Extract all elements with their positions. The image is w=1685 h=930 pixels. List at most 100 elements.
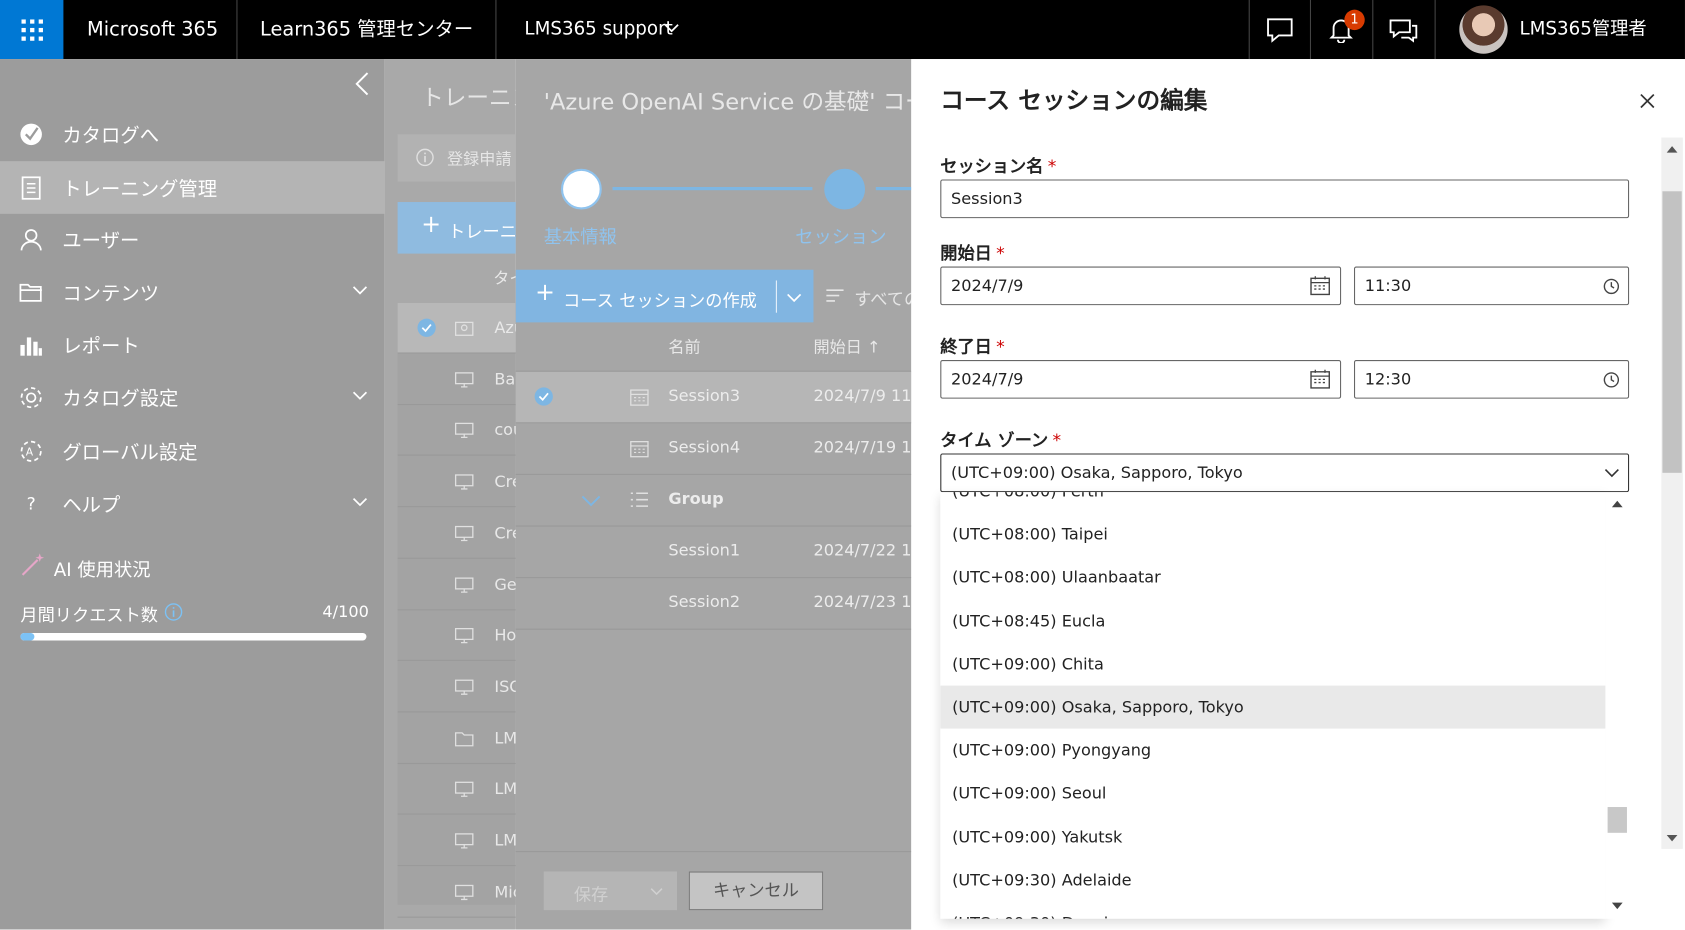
group-row[interactable]: Group	[515, 475, 912, 527]
sidebar-item-catalog[interactable]: カタログへ	[0, 107, 385, 160]
feedback-button[interactable]	[1250, 0, 1310, 59]
table-row[interactable]: Hov	[397, 611, 526, 662]
table-row[interactable]: cou	[397, 406, 523, 457]
sidebar-item-reports[interactable]: レポート	[0, 318, 385, 371]
table-row[interactable]: LMS	[397, 713, 527, 764]
end-date-input[interactable]: 2024/7/9	[940, 359, 1342, 399]
clock-icon[interactable]	[1603, 278, 1620, 295]
step-2-circle[interactable]	[824, 168, 866, 210]
session-row[interactable]: Session2 2024/7/23 15	[515, 578, 922, 630]
table-row[interactable]: ISO	[397, 662, 522, 713]
calendar-icon[interactable]	[1310, 369, 1330, 389]
scroll-up-icon[interactable]	[1666, 145, 1679, 154]
session-row[interactable]: Session4 2024/7/19 13	[515, 423, 922, 475]
sidebar-item-label: ユーザー	[62, 229, 140, 252]
app-launcher-button[interactable]	[0, 0, 64, 60]
step-1-circle[interactable]	[560, 168, 602, 210]
sidebar-item-catalog-settings[interactable]: カタログ設定	[0, 371, 385, 424]
table-row[interactable]: Mic	[397, 867, 522, 918]
table-row[interactable]: Bas	[397, 354, 524, 405]
monitor-icon	[454, 884, 474, 900]
timezone-option[interactable]: (UTC+09:00) Chita	[940, 642, 1605, 685]
selected-check-icon[interactable]	[534, 387, 553, 406]
cancel-button[interactable]: キャンセル	[688, 871, 824, 911]
sidebar-item-help[interactable]: ? ヘルプ	[0, 477, 385, 530]
notifications-button[interactable]	[1311, 0, 1371, 59]
new-training-button[interactable]: + トレーニ	[397, 202, 517, 254]
calendar-icon	[630, 389, 649, 406]
avatar[interactable]	[1459, 5, 1508, 54]
brand-link[interactable]: Microsoft 365	[87, 0, 218, 59]
chevron-down-icon[interactable]	[787, 292, 802, 303]
expand-chevron-icon[interactable]	[581, 494, 601, 507]
monitor-icon	[454, 576, 474, 593]
sidebar-item-training[interactable]: トレーニング管理	[0, 161, 385, 214]
info-icon[interactable]	[164, 603, 183, 621]
timezone-option[interactable]: (UTC+08:00) Ulaanbaatar	[940, 556, 1605, 599]
scroll-up-icon[interactable]	[1611, 500, 1624, 509]
start-date-value: 2024/7/9	[951, 276, 1024, 296]
clipboard-icon	[21, 175, 41, 200]
selected-check-icon[interactable]	[417, 318, 436, 337]
timezone-option[interactable]: (UTC+09:00) Osaka, Sapporo, Tokyo	[940, 685, 1606, 729]
table-row[interactable]: Gen	[397, 559, 527, 610]
timezone-option[interactable]: (UTC+09:00) Yakutsk	[940, 815, 1605, 858]
scroll-down-icon[interactable]	[1611, 902, 1624, 911]
collapse-chevron-icon[interactable]	[354, 71, 371, 97]
timezone-option[interactable]: (UTC+08:45) Eucla	[940, 599, 1605, 642]
session-name-input[interactable]: Session3	[940, 179, 1630, 219]
svg-text:A: A	[26, 445, 34, 458]
timezone-option[interactable]: (UTC+09:30) Adelaide	[940, 858, 1605, 901]
session-row[interactable]: Session3 2024/7/9 11:3	[515, 371, 927, 424]
user-name[interactable]: LMS365管理者	[1519, 0, 1646, 59]
table-row[interactable]: Cre	[397, 457, 522, 508]
start-time-input[interactable]: 11:30	[1353, 266, 1630, 306]
bar-chart-icon	[20, 336, 42, 356]
monitor-icon	[454, 833, 474, 849]
tenant-selector[interactable]: LMS365 support	[524, 0, 672, 59]
session-name-label: セッション名 *	[940, 155, 1057, 177]
chevron-down-icon	[352, 391, 368, 400]
create-session-button[interactable]: + コース セッションの作成	[515, 269, 814, 323]
timezone-option[interactable]: (UTC+08:00) Perth	[940, 492, 1605, 512]
divider	[495, 0, 497, 60]
timezone-option[interactable]: (UTC+08:00) Taipei	[940, 513, 1605, 556]
info-icon	[416, 148, 434, 167]
start-date-input[interactable]: 2024/7/9	[940, 266, 1342, 306]
monitor-icon	[454, 525, 474, 541]
timezone-option[interactable]: (UTC+09:30) Darwin	[940, 902, 1605, 918]
requests-progress-fill	[20, 632, 35, 641]
global-settings-icon: A	[20, 440, 42, 462]
calendar-icon[interactable]	[1310, 276, 1330, 296]
scroll-down-icon[interactable]	[1666, 834, 1679, 843]
column-header-start[interactable]: 開始日 ↑	[813, 335, 880, 358]
session-start-date: 2024/7/19 13	[813, 437, 922, 457]
sidebar-item-global-settings[interactable]: A グローバル設定	[0, 424, 385, 477]
table-row[interactable]: Azu	[397, 303, 524, 354]
monitor-icon	[454, 628, 474, 644]
magic-wand-icon	[21, 553, 45, 576]
help-chat-button[interactable]	[1373, 0, 1433, 59]
end-time-input[interactable]: 12:30	[1353, 359, 1630, 399]
timezone-option[interactable]: (UTC+09:00) Pyongyang	[940, 729, 1605, 772]
scroll-thumb[interactable]	[1662, 191, 1682, 473]
app-title[interactable]: Learn365 管理センター	[260, 0, 473, 59]
timezone-select[interactable]: (UTC+09:00) Osaka, Sapporo, Tokyo	[940, 453, 1630, 493]
table-row[interactable]: LMS	[397, 764, 527, 815]
chevron-down-icon	[650, 888, 663, 896]
column-header-name[interactable]: 名前	[668, 335, 700, 358]
sidebar-item-users[interactable]: ユーザー	[0, 213, 385, 266]
plus-icon: +	[421, 211, 442, 239]
sidebar-item-content[interactable]: コンテンツ	[0, 265, 385, 318]
clock-icon[interactable]	[1603, 372, 1620, 388]
dropdown-scrollbar[interactable]	[1605, 492, 1630, 919]
session-row[interactable]: Session1 2024/7/22 15	[515, 527, 922, 579]
close-icon[interactable]	[1639, 92, 1656, 109]
table-row[interactable]: LMS	[397, 816, 527, 867]
table-row[interactable]: Cre	[397, 508, 522, 559]
session-start-date: 2024/7/22 15	[813, 540, 922, 560]
save-button[interactable]: 保存	[543, 871, 677, 911]
step-connector	[875, 186, 912, 191]
timezone-option[interactable]: (UTC+09:00) Seoul	[940, 772, 1605, 815]
dropdown-scroll-thumb[interactable]	[1607, 807, 1627, 833]
